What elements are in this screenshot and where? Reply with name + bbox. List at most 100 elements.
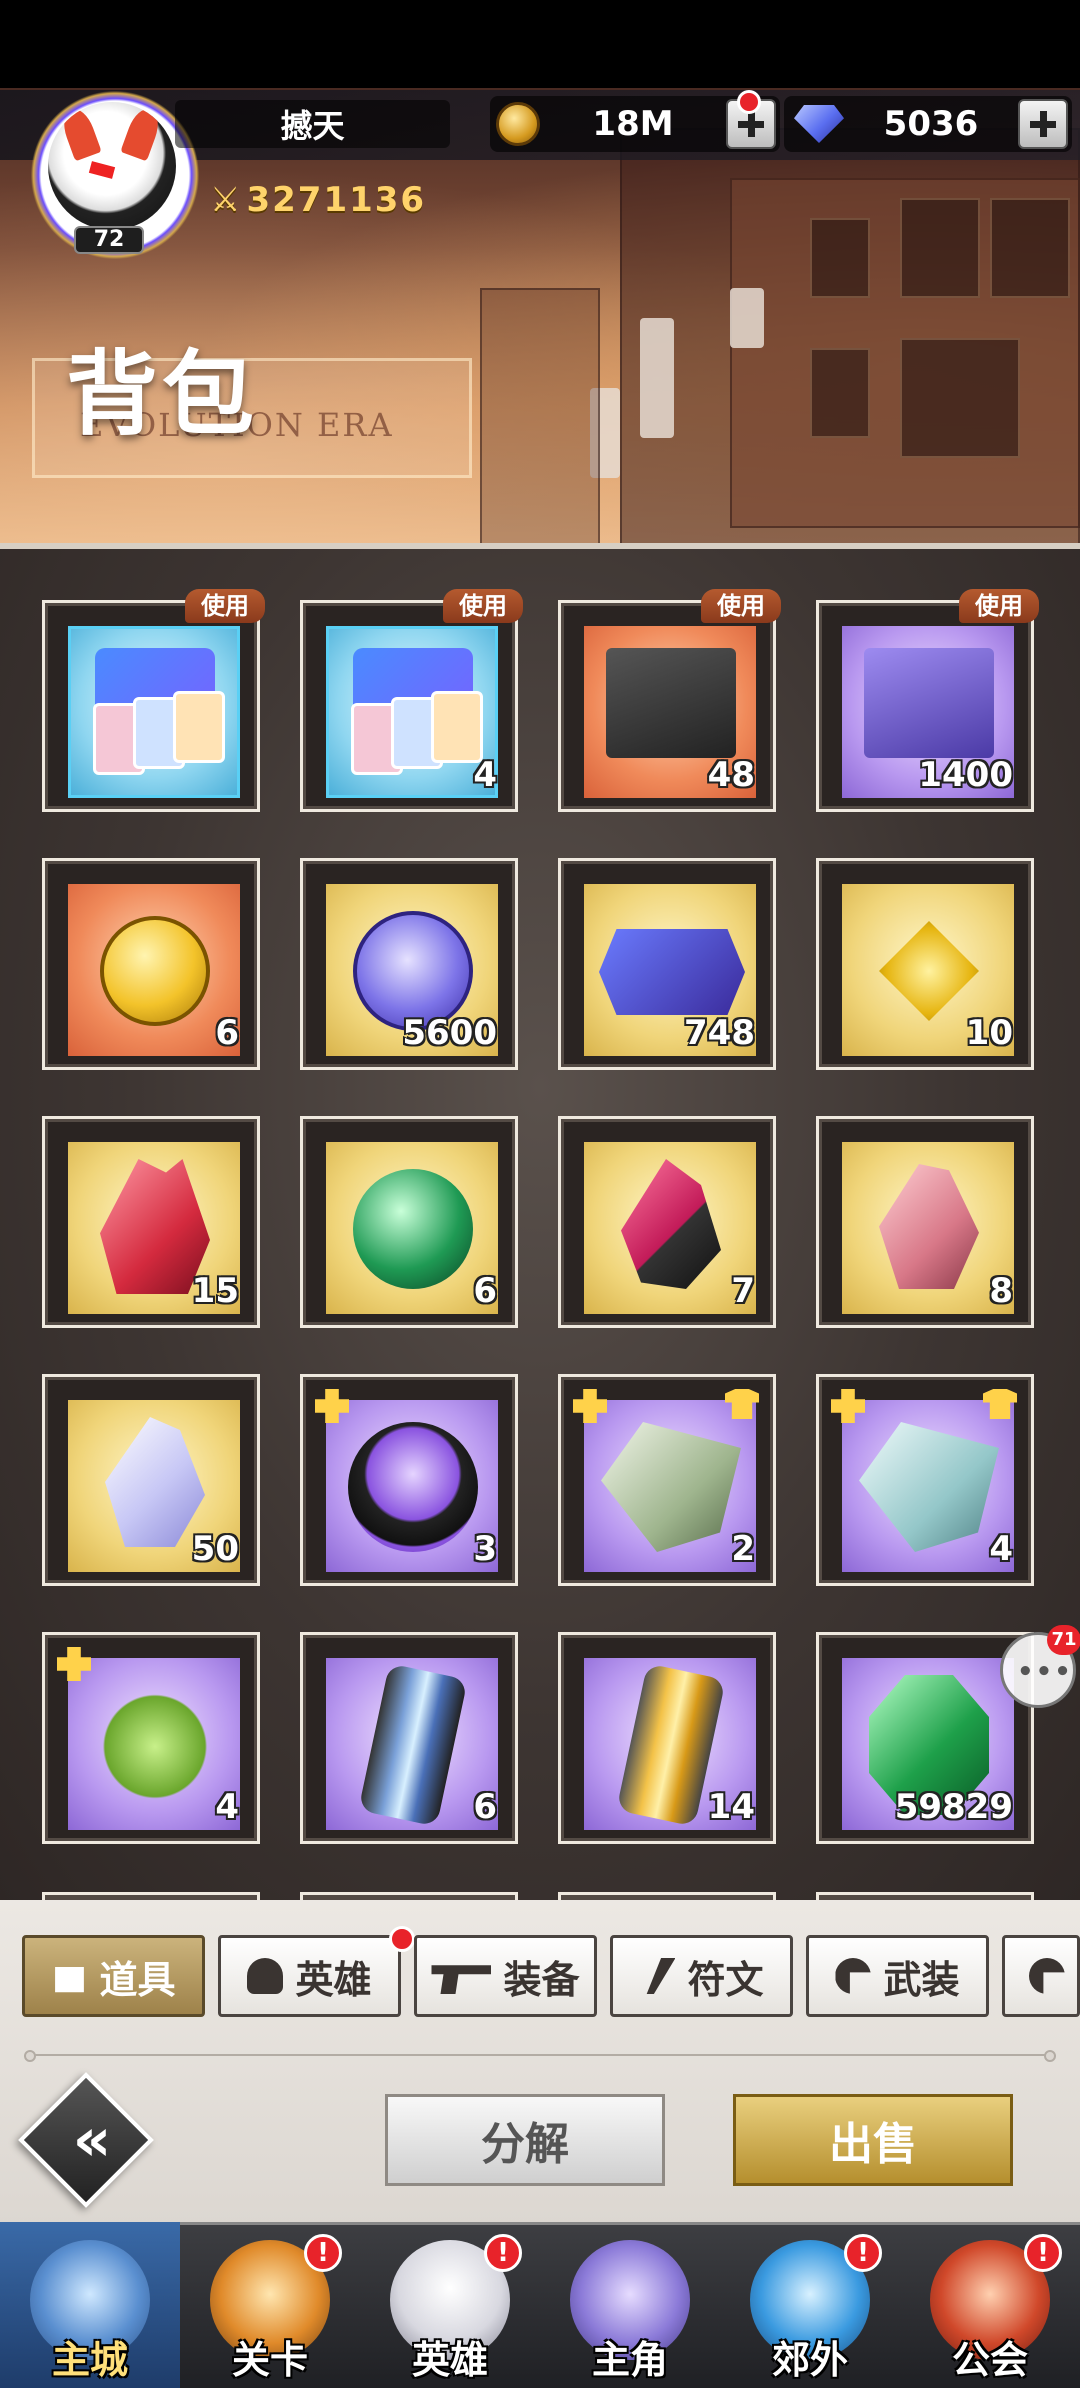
item-count: 48 <box>707 755 755 795</box>
item-count: 6 <box>473 1271 497 1311</box>
inventory-slot-gold-medal[interactable]: 6 <box>42 858 260 1070</box>
inventory-slot-purple-supply-box[interactable]: 1400 使用 <box>816 589 1039 812</box>
chat-bubble-icon: ••• <box>1017 1657 1073 1687</box>
player-name[interactable]: 撼天 <box>175 100 450 148</box>
diamond-icon <box>794 105 844 143</box>
inventory-slot-moon-coin[interactable]: 5600 <box>300 858 518 1070</box>
nav-label: 英雄 <box>411 2338 488 2382</box>
alert-badge-icon: ! <box>304 2234 342 2272</box>
hero-card-icon <box>431 691 483 763</box>
item-count: 50 <box>191 1529 239 1569</box>
inventory-slot-blue-energy-tube[interactable]: 6 <box>300 1632 518 1844</box>
add-diamond-button[interactable] <box>1018 99 1068 149</box>
item-count: 10 <box>965 1013 1013 1053</box>
tab-runes[interactable]: 符文 <box>610 1935 793 2017</box>
inventory-slot-red-crystal[interactable]: 15 <box>42 1116 260 1328</box>
tab-heroes[interactable]: 英雄 <box>218 1935 401 2017</box>
inventory-slot-pink-crystal[interactable]: 8 <box>816 1116 1034 1328</box>
nav-outskirts[interactable]: 郊外! <box>720 2222 900 2388</box>
inventory-slot-dark-crystal[interactable]: 7 <box>558 1116 776 1328</box>
purple-supply-box-icon <box>864 648 994 758</box>
diamond-resource: 5036 <box>784 96 1072 152</box>
alert-badge-icon: ! <box>1024 2234 1062 2272</box>
item-count: 748 <box>684 1013 755 1053</box>
nav-label: 关卡 <box>231 2338 308 2382</box>
tab-label: 道具 <box>99 1957 176 2002</box>
nav-main-city[interactable]: 主城 <box>0 2222 180 2388</box>
double-chevron-left-icon: « <box>72 2105 112 2175</box>
decompose-button[interactable]: 分解 <box>385 2094 665 2186</box>
nav-label: 公会 <box>951 2338 1028 2382</box>
avatar[interactable] <box>48 102 176 230</box>
item-count: 59829 <box>894 1787 1013 1827</box>
gold-notification-dot <box>737 90 761 114</box>
inventory-slot-gold-candy[interactable]: 10 <box>816 858 1034 1070</box>
tab-label: 装备 <box>503 1957 580 2002</box>
tab-label: 符文 <box>687 1957 764 2002</box>
item-count: 5600 <box>402 1013 497 1053</box>
alert-badge-icon: ! <box>844 2234 882 2272</box>
inventory-slot-green-core[interactable]: 6 <box>300 1116 518 1328</box>
nav-guild[interactable]: 公会! <box>900 2222 1080 2388</box>
use-button[interactable]: 使用 <box>701 589 781 623</box>
page-title: 背包 <box>66 340 259 448</box>
recruit-ticket-icon <box>599 929 745 1015</box>
inventory-slot-hero-card-pack-gold[interactable]: 4 使用 <box>300 589 523 812</box>
inventory-slot-blue-armor-shard[interactable]: 4 <box>816 1374 1034 1586</box>
gold-medal-icon <box>100 916 210 1026</box>
feather-icon <box>646 1958 676 1994</box>
robot-fragment-icon <box>85 1675 225 1805</box>
inventory-slot-robot-fragment[interactable]: 4 <box>42 1632 260 1844</box>
item-count: 6 <box>215 1013 239 1053</box>
inventory-slot-recruit-ticket[interactable]: 748 <box>558 858 776 1070</box>
helmet-icon <box>247 1958 284 1994</box>
tab-items[interactable]: 道具 <box>22 1935 205 2017</box>
item-count: 4 <box>473 755 497 795</box>
bag-icon <box>55 1967 84 1993</box>
nav-label: 主角 <box>591 2338 668 2382</box>
tab-armament[interactable]: 武装 <box>806 1935 989 2017</box>
nav-heroes[interactable]: 英雄! <box>360 2222 540 2388</box>
item-count: 8 <box>989 1271 1013 1311</box>
use-button[interactable]: 使用 <box>959 589 1039 623</box>
item-count: 1400 <box>918 755 1013 795</box>
item-count: 4 <box>215 1787 239 1827</box>
sell-button[interactable]: 出售 <box>733 2094 1013 2186</box>
nav-protagonist[interactable]: 主角 <box>540 2222 720 2388</box>
item-count: 6 <box>473 1787 497 1827</box>
tab-equipment[interactable]: 装备 <box>414 1935 597 2017</box>
combat-power: ⚔ 3271136 <box>210 180 426 220</box>
inventory-slot-green-armor-shard[interactable]: 2 <box>558 1374 776 1586</box>
inventory-slot-hero-card-pack-blue[interactable]: 使用 <box>42 589 265 812</box>
gold-amount: 18M <box>592 104 674 144</box>
tab-more-partial[interactable] <box>1002 1935 1080 2017</box>
diamond-amount: 5036 <box>883 104 979 144</box>
item-count: 3 <box>473 1529 497 1569</box>
hero-card-icon <box>173 691 225 763</box>
item-count: 15 <box>191 1271 239 1311</box>
pistol-icon <box>431 1965 492 1994</box>
item-count: 7 <box>731 1271 755 1311</box>
alert-badge-icon: ! <box>484 2234 522 2272</box>
item-count: 14 <box>707 1787 755 1827</box>
use-button[interactable]: 使用 <box>443 589 523 623</box>
nav-label: 主城 <box>51 2338 128 2382</box>
inventory-slot-purple-orb-fragment[interactable]: 3 <box>300 1374 518 1586</box>
gem-supply-box-icon <box>606 648 736 758</box>
use-button[interactable]: 使用 <box>185 589 265 623</box>
chat-button[interactable]: ••• 71 <box>1000 1625 1080 1708</box>
heroes-tab-notification-dot <box>389 1926 415 1952</box>
inventory-slot-white-crystal[interactable]: 50 <box>42 1374 260 1586</box>
inventory-slot-gem-supply-box[interactable]: 48 使用 <box>558 589 781 812</box>
player-level: 72 <box>74 226 144 254</box>
refresh-icon <box>1029 1958 1065 1994</box>
nav-label: 郊外 <box>771 2338 848 2382</box>
item-count: 2 <box>731 1529 755 1569</box>
inventory-slot-gold-energy-tube[interactable]: 14 <box>558 1632 776 1844</box>
crossed-swords-icon: ⚔ <box>210 180 243 220</box>
nav-stages[interactable]: 关卡! <box>180 2222 360 2388</box>
combat-power-value: 3271136 <box>246 180 427 220</box>
divider <box>24 2050 1056 2062</box>
tab-label: 武装 <box>883 1957 960 2002</box>
green-core-icon <box>353 1169 473 1289</box>
